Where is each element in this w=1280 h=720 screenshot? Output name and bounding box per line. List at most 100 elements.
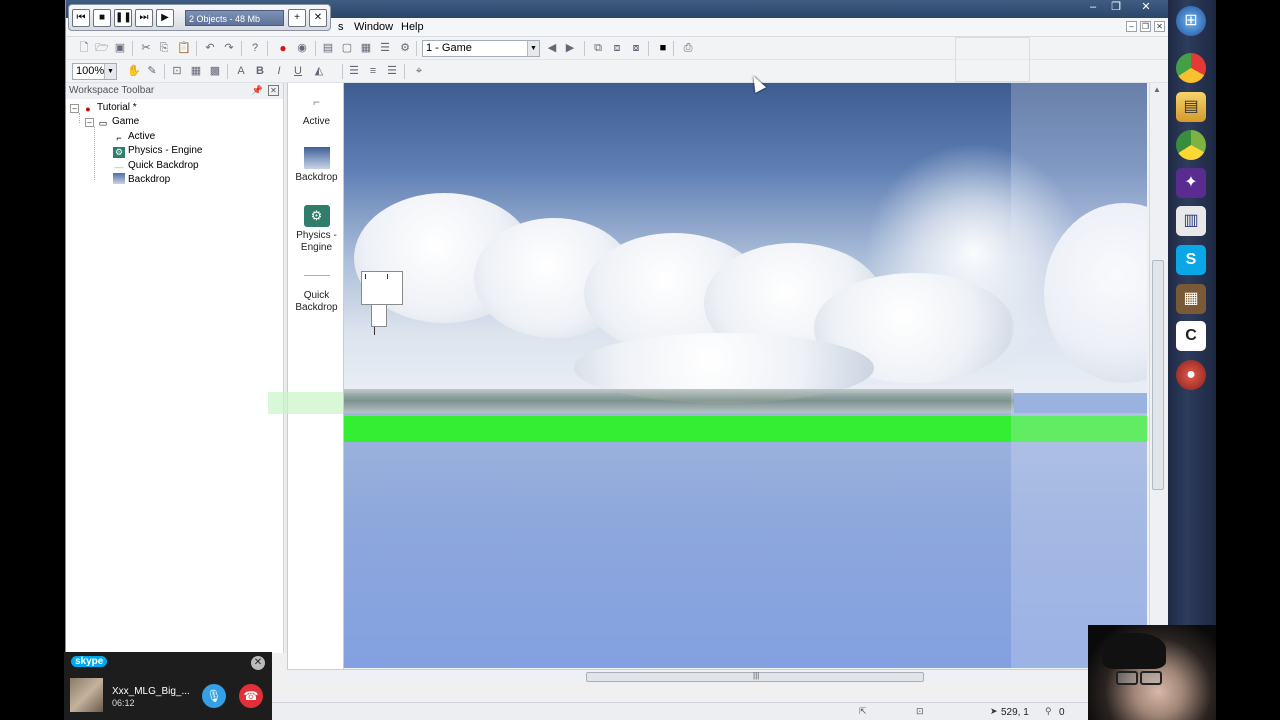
paste-icon[interactable]: 📋: [176, 41, 192, 56]
restore-button[interactable]: ❐: [1106, 0, 1126, 14]
active-object-icon: ⌐: [312, 95, 320, 109]
stop-run-icon[interactable]: ●: [275, 41, 291, 56]
pause-icon[interactable]: ❚❚: [114, 9, 132, 27]
align-left-icon[interactable]: ☰: [346, 64, 362, 79]
previous-frame-icon[interactable]: ◀: [544, 41, 560, 56]
toolbar-separator: [164, 64, 165, 79]
camtasia-icon[interactable]: C: [1176, 321, 1206, 351]
tree-item-active[interactable]: ⌐ Active: [113, 130, 155, 144]
close-icon[interactable]: ✕: [268, 85, 279, 96]
undo-icon[interactable]: ↶: [202, 41, 218, 56]
align-center-icon[interactable]: ≡: [365, 64, 381, 79]
webcam-glasses: [1116, 671, 1138, 685]
toolbar-separator: [227, 64, 228, 79]
minecraft-icon[interactable]: ▦: [1176, 284, 1206, 314]
mdi-minimize-button[interactable]: –: [1126, 21, 1137, 32]
frame-select[interactable]: 1 - Game ▼: [422, 40, 540, 57]
tree-item-quick-backdrop[interactable]: — Quick Backdrop: [113, 159, 199, 173]
toolbar-separator: [404, 64, 405, 79]
storyboard-icon[interactable]: ▤: [320, 41, 336, 56]
fill-color-icon[interactable]: ◭: [311, 64, 327, 79]
event-editor-icon[interactable]: ▦: [358, 41, 374, 56]
app-icon[interactable]: ✦: [1176, 168, 1206, 198]
open-icon[interactable]: 🗁: [94, 41, 110, 56]
active-player-object[interactable]: [361, 271, 403, 305]
help-icon[interactable]: ?: [247, 41, 263, 56]
bold-button[interactable]: B: [252, 64, 268, 79]
zoom-region-icon[interactable]: ⊡: [169, 64, 185, 79]
menu-window[interactable]: Window: [350, 20, 397, 34]
tree-item-game[interactable]: ▭ Game: [97, 115, 140, 129]
close-button[interactable]: ✕: [1134, 0, 1158, 14]
italic-button[interactable]: I: [271, 64, 287, 79]
event-list-icon[interactable]: ☰: [377, 41, 393, 56]
scroll-up-icon[interactable]: ▲: [1153, 85, 1161, 94]
mdi-close-button[interactable]: ✕: [1154, 21, 1165, 32]
fit-selection-icon[interactable]: ⌖: [411, 64, 427, 79]
object-physics-engine[interactable]: ⚙ Physics - Engine: [288, 205, 345, 254]
chrome-icon[interactable]: [1176, 53, 1206, 83]
layer-back-icon[interactable]: ⧈: [609, 41, 625, 56]
rewind-icon[interactable]: ⏮: [72, 9, 90, 27]
cut-icon[interactable]: ✂: [138, 41, 154, 56]
layer-front-icon[interactable]: ⧇: [628, 41, 644, 56]
menu-help[interactable]: Help: [397, 20, 428, 34]
collapse-icon[interactable]: –: [85, 118, 94, 127]
underline-button[interactable]: U: [290, 64, 306, 79]
skype-icon[interactable]: S: [1176, 245, 1206, 275]
toolbar-separator: [584, 41, 585, 56]
close-button[interactable]: ✕: [309, 9, 327, 27]
pin-icon[interactable]: 📌: [252, 85, 263, 96]
zoom-select[interactable]: 100% ▼: [72, 63, 117, 80]
collapse-icon[interactable]: –: [70, 104, 79, 113]
hang-up-button[interactable]: ☎: [239, 684, 263, 708]
explorer-icon[interactable]: ▤: [1176, 92, 1206, 122]
microphone-button[interactable]: 🎙: [202, 684, 226, 708]
run-frame-icon[interactable]: ◉: [294, 41, 310, 56]
print-icon[interactable]: ⎙: [680, 41, 696, 56]
toolbar-separator: [196, 41, 197, 56]
next-icon[interactable]: ⏭: [135, 9, 153, 27]
object-backdrop[interactable]: Backdrop: [288, 147, 345, 184]
close-icon[interactable]: ✕: [251, 656, 265, 670]
menu-item-partial[interactable]: s: [334, 20, 348, 34]
layer-icon[interactable]: ⧉: [590, 41, 606, 56]
minimize-button[interactable]: –: [1083, 0, 1103, 14]
grid-setup-icon[interactable]: ▩: [207, 64, 223, 79]
save-icon[interactable]: ▣: [112, 41, 128, 56]
next-frame-icon[interactable]: ▶: [562, 41, 578, 56]
chevron-down-icon[interactable]: ▼: [104, 64, 116, 79]
windows-start-icon[interactable]: ⊞: [1176, 6, 1206, 36]
object-quick-backdrop[interactable]: Quick Backdrop: [288, 265, 345, 314]
frame-editor-canvas[interactable]: [344, 83, 1147, 668]
document-icon[interactable]: ▥: [1176, 206, 1206, 236]
mdi-restore-button[interactable]: ❐: [1140, 21, 1151, 32]
square-icon[interactable]: ■: [655, 41, 671, 56]
objectbar-scrollbar[interactable]: [287, 669, 344, 683]
play-icon[interactable]: ▶: [156, 9, 174, 27]
grid-icon[interactable]: ▦: [188, 64, 204, 79]
tree-item-tutorial[interactable]: ● Tutorial *: [82, 101, 136, 115]
tree-item-backdrop[interactable]: Backdrop: [113, 173, 170, 187]
object-active[interactable]: ⌐ Active: [288, 91, 345, 128]
hand-icon[interactable]: ✋: [126, 64, 142, 79]
copy-icon[interactable]: ⎘: [156, 41, 172, 56]
align-right-icon[interactable]: ☰: [384, 64, 400, 79]
scrollbar-thumb[interactable]: |||: [586, 671, 924, 682]
recording-icon[interactable]: ●: [1176, 360, 1206, 390]
pen-icon[interactable]: ✎: [144, 64, 160, 79]
stop-icon[interactable]: ■: [93, 9, 111, 27]
chrome-green-icon[interactable]: [1176, 130, 1206, 160]
scrollbar-thumb[interactable]: [1152, 260, 1164, 490]
frame-editor-icon[interactable]: ▢: [339, 41, 355, 56]
add-button[interactable]: +: [288, 9, 306, 27]
font-icon[interactable]: A: [233, 64, 249, 79]
chevron-down-icon[interactable]: ▼: [527, 41, 539, 56]
data-elements-icon[interactable]: ⚙: [397, 41, 413, 56]
redo-icon[interactable]: ↷: [221, 41, 237, 56]
vertical-scrollbar[interactable]: ▲: [1149, 83, 1166, 668]
tree-item-physics-engine[interactable]: ⚙ Physics - Engine: [113, 144, 202, 158]
active-player-leg: [371, 305, 387, 327]
new-file-icon[interactable]: 🗋: [76, 41, 92, 56]
horizontal-scrollbar[interactable]: |||: [344, 669, 1147, 683]
